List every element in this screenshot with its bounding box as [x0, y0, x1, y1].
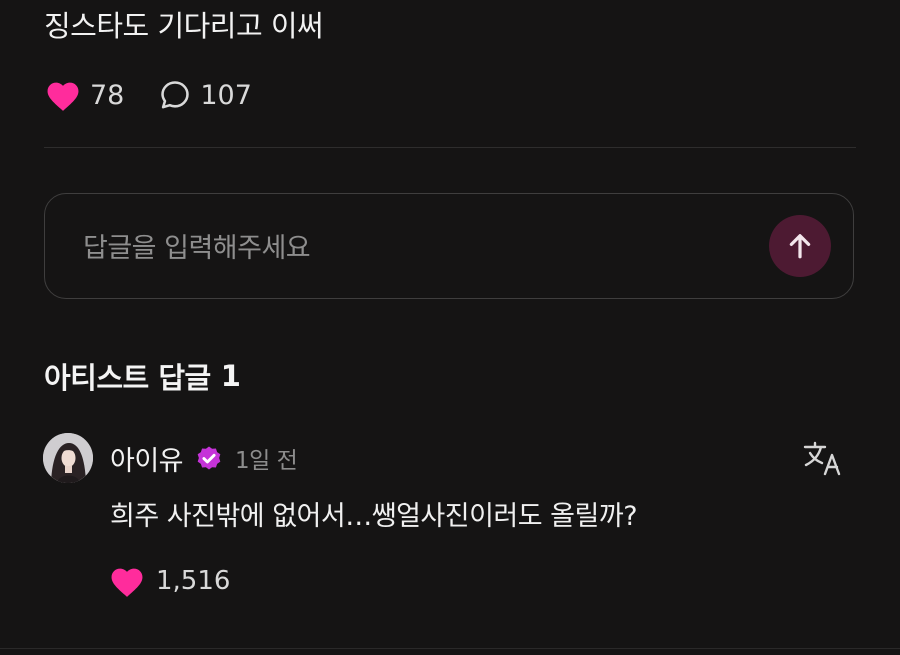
artist-replies-count: 1 [220, 359, 241, 393]
avatar[interactable] [43, 433, 93, 483]
post-comment-count: 107 [200, 79, 252, 111]
post-stats: 78 107 [44, 74, 286, 116]
arrow-up-icon [789, 234, 811, 259]
comment-author[interactable]: 아이유 [110, 439, 184, 478]
divider [0, 648, 900, 649]
speech-bubble-icon [161, 81, 190, 109]
send-button[interactable] [769, 215, 831, 277]
post-text: 징스타도 기다리고 이써 [44, 9, 324, 43]
heart-icon [47, 82, 79, 111]
comment-header: 아이유 1일 전 [110, 437, 298, 479]
verified-badge-icon [193, 442, 225, 474]
translate-button[interactable] [802, 438, 844, 478]
thread-page: 징스타도 기다리고 이써 78 107 아티스트 답글 1 [0, 0, 900, 655]
translate-icon [803, 441, 841, 476]
heart-icon [111, 568, 143, 597]
comment-like-button[interactable]: 1,516 [108, 560, 230, 602]
post-like-count: 78 [90, 79, 125, 111]
divider [44, 147, 856, 148]
reply-composer [44, 193, 854, 299]
artist-replies-title: 아티스트 답글 [44, 361, 211, 395]
post-comment-button[interactable]: 107 [158, 78, 252, 112]
artist-replies-heading: 아티스트 답글 1 [44, 355, 241, 397]
reply-input[interactable] [81, 224, 725, 272]
comment-text: 희주 사진밖에 없어서…쌩얼사진이러도 올릴까? [110, 501, 638, 532]
comment-time: 1일 전 [235, 448, 298, 474]
post-like-button[interactable]: 78 [44, 78, 124, 112]
comment-like-count: 1,516 [156, 566, 231, 596]
avatar-image [43, 433, 93, 483]
